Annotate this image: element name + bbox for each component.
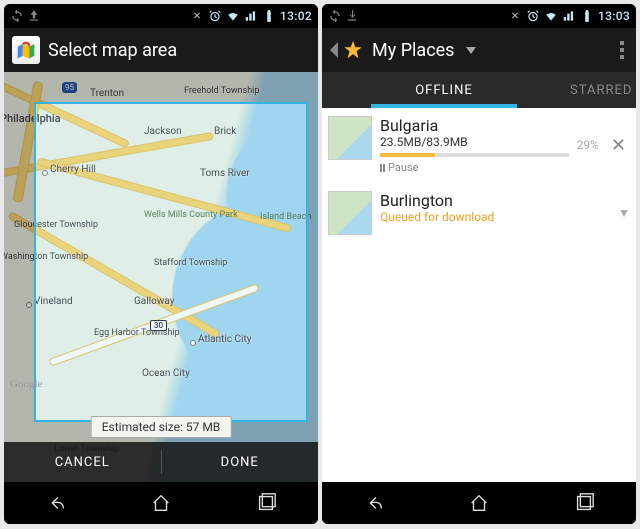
progress-fill bbox=[380, 153, 435, 157]
nav-home-icon[interactable] bbox=[150, 492, 172, 514]
download-item[interactable]: Bulgaria 23.5MB/83.9MB Pause 29% ✕ bbox=[322, 108, 636, 183]
battery-icon bbox=[580, 9, 594, 23]
expand-caret-icon[interactable]: ▼ bbox=[618, 206, 630, 220]
nav-bar bbox=[322, 482, 636, 524]
signal-icon bbox=[244, 9, 258, 23]
download-status-icon bbox=[345, 9, 359, 23]
nav-recent-icon[interactable] bbox=[573, 492, 595, 514]
map-thumbnail bbox=[328, 116, 372, 160]
done-button[interactable]: DONE bbox=[162, 442, 319, 482]
nav-home-icon[interactable] bbox=[468, 492, 490, 514]
map-selection-box[interactable] bbox=[34, 102, 308, 422]
appbar-title: Select map area bbox=[48, 40, 177, 61]
signal-icon bbox=[562, 9, 576, 23]
appbar-title: My Places bbox=[372, 40, 454, 61]
alarm-icon bbox=[526, 9, 540, 23]
status-bar: 13:03 bbox=[322, 4, 636, 28]
nav-recent-icon[interactable] bbox=[255, 492, 277, 514]
download-progress-text: 23.5MB/83.9MB bbox=[380, 135, 569, 149]
download-percent: 29% bbox=[577, 138, 599, 152]
tab-bar: OFFLINE STARRED bbox=[322, 72, 636, 108]
overflow-menu-icon[interactable] bbox=[616, 37, 628, 63]
tab-starred[interactable]: STARRED bbox=[566, 72, 636, 108]
map-thumbnail bbox=[328, 191, 372, 235]
nav-back-icon[interactable] bbox=[363, 492, 385, 514]
clock-text: 13:02 bbox=[280, 9, 312, 23]
pause-icon bbox=[380, 164, 385, 172]
cancel-download-button[interactable]: ✕ bbox=[607, 135, 630, 156]
nav-back-icon[interactable] bbox=[45, 492, 67, 514]
clock-text: 13:03 bbox=[598, 9, 630, 23]
cancel-button[interactable]: CANCEL bbox=[4, 442, 161, 482]
phone-right: 13:03 My Places OFFLINE STARRED Bulgaria… bbox=[322, 4, 636, 524]
action-row: CANCEL DONE bbox=[4, 442, 318, 482]
dropdown-caret-icon[interactable] bbox=[466, 47, 476, 54]
wifi-icon bbox=[544, 9, 558, 23]
battery-icon bbox=[262, 9, 276, 23]
download-status-icon bbox=[27, 9, 41, 23]
mute-icon bbox=[508, 9, 522, 23]
download-status: Queued for download bbox=[380, 210, 610, 224]
download-title: Burlington bbox=[380, 191, 610, 210]
wifi-icon bbox=[226, 9, 240, 23]
city-freehold: Freehold Township bbox=[184, 86, 259, 96]
alarm-icon bbox=[208, 9, 222, 23]
progress-bar bbox=[380, 153, 569, 157]
map-viewport[interactable]: Trenton Freehold Township Philadelphia J… bbox=[4, 72, 318, 482]
estimate-pill: Estimated size: 57 MB bbox=[91, 416, 232, 438]
star-icon bbox=[342, 39, 364, 61]
city-trenton: Trenton bbox=[90, 88, 124, 99]
nav-bar bbox=[4, 482, 318, 524]
download-item[interactable]: Burlington Queued for download ▼ bbox=[322, 183, 636, 244]
downloads-list: Bulgaria 23.5MB/83.9MB Pause 29% ✕ Burli… bbox=[322, 108, 636, 482]
app-bar: Select map area bbox=[4, 28, 318, 72]
app-bar: My Places bbox=[322, 28, 636, 72]
pause-button[interactable]: Pause bbox=[380, 161, 569, 174]
download-title: Bulgaria bbox=[380, 116, 569, 135]
maps-app-icon[interactable] bbox=[12, 36, 40, 64]
sync-icon bbox=[328, 9, 342, 23]
mute-icon bbox=[190, 9, 204, 23]
route-shield-95: 95 bbox=[62, 82, 77, 93]
phone-left: 13:02 Select map area Trenton Freehold T… bbox=[4, 4, 318, 524]
tab-offline[interactable]: OFFLINE bbox=[322, 72, 566, 108]
back-button[interactable] bbox=[330, 39, 364, 61]
sync-icon bbox=[10, 9, 24, 23]
google-watermark: Google bbox=[10, 378, 42, 390]
status-bar: 13:02 bbox=[4, 4, 318, 28]
